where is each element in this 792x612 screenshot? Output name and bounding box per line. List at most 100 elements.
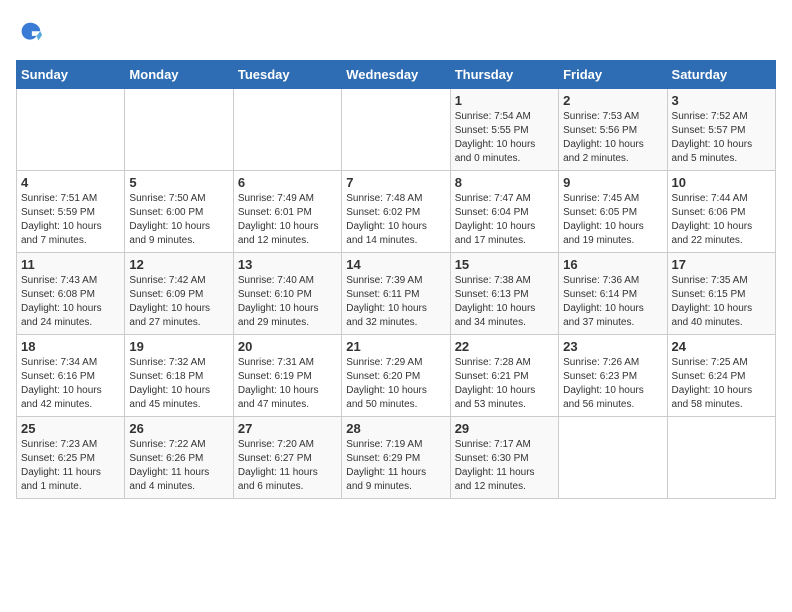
day-number: 23 [563,339,662,354]
day-info: Sunrise: 7:19 AM Sunset: 6:29 PM Dayligh… [346,438,445,494]
day-info: Sunrise: 7:36 AM Sunset: 6:14 PM Dayligh… [563,274,662,330]
calendar-cell [125,89,233,171]
day-info: Sunrise: 7:17 AM Sunset: 6:30 PM Dayligh… [455,438,554,494]
day-info: Sunrise: 7:38 AM Sunset: 6:13 PM Dayligh… [455,274,554,330]
day-info: Sunrise: 7:51 AM Sunset: 5:59 PM Dayligh… [21,192,120,248]
calendar-cell: 1 Sunrise: 7:54 AM Sunset: 5:55 PM Daylig… [450,89,558,171]
day-number: 21 [346,339,445,354]
calendar-cell: 5Sunrise: 7:50 AM Sunset: 6:00 PM Daylig… [125,171,233,253]
calendar-table: SundayMondayTuesdayWednesdayThursdayFrid… [16,60,776,499]
day-number: 9 [563,175,662,190]
day-info: Sunrise: 7:53 AM Sunset: 5:56 PM Dayligh… [563,110,662,166]
day-number: 7 [346,175,445,190]
calendar-cell: 2 Sunrise: 7:53 AM Sunset: 5:56 PM Daylig… [559,89,667,171]
calendar-cell: 21 Sunrise: 7:29 AM Sunset: 6:20 PM Dayli… [342,335,450,417]
calendar-cell [667,417,775,499]
day-info: Sunrise: 7:29 AM Sunset: 6:20 PM Dayligh… [346,356,445,412]
day-info: Sunrise: 7:40 AM Sunset: 6:10 PM Dayligh… [238,274,337,330]
header-friday: Friday [559,61,667,89]
day-number: 3 [672,93,771,108]
day-info: Sunrise: 7:28 AM Sunset: 6:21 PM Dayligh… [455,356,554,412]
calendar-cell: 14 Sunrise: 7:39 AM Sunset: 6:11 PM Dayli… [342,253,450,335]
calendar-cell: 8 Sunrise: 7:47 AM Sunset: 6:04 PM Daylig… [450,171,558,253]
calendar-cell: 25 Sunrise: 7:23 AM Sunset: 6:25 PM Dayli… [17,417,125,499]
calendar-week-row: 1 Sunrise: 7:54 AM Sunset: 5:55 PM Daylig… [17,89,776,171]
calendar-cell: 15 Sunrise: 7:38 AM Sunset: 6:13 PM Dayli… [450,253,558,335]
day-number: 5 [129,175,228,190]
day-info: Sunrise: 7:45 AM Sunset: 6:05 PM Dayligh… [563,192,662,248]
day-number: 17 [672,257,771,272]
day-info: Sunrise: 7:26 AM Sunset: 6:23 PM Dayligh… [563,356,662,412]
day-number: 16 [563,257,662,272]
day-info: Sunrise: 7:49 AM Sunset: 6:01 PM Dayligh… [238,192,337,248]
day-number: 14 [346,257,445,272]
day-info: Sunrise: 7:42 AM Sunset: 6:09 PM Dayligh… [129,274,228,330]
day-number: 4 [21,175,120,190]
header-tuesday: Tuesday [233,61,341,89]
day-info: Sunrise: 7:47 AM Sunset: 6:04 PM Dayligh… [455,192,554,248]
header-monday: Monday [125,61,233,89]
day-info: Sunrise: 7:39 AM Sunset: 6:11 PM Dayligh… [346,274,445,330]
header-thursday: Thursday [450,61,558,89]
day-number: 2 [563,93,662,108]
calendar-cell: 17 Sunrise: 7:35 AM Sunset: 6:15 PM Dayli… [667,253,775,335]
calendar-cell: 11Sunrise: 7:43 AM Sunset: 6:08 PM Dayli… [17,253,125,335]
calendar-week-row: 18Sunrise: 7:34 AM Sunset: 6:16 PM Dayli… [17,335,776,417]
calendar-cell: 16 Sunrise: 7:36 AM Sunset: 6:14 PM Dayli… [559,253,667,335]
day-number: 10 [672,175,771,190]
day-number: 24 [672,339,771,354]
day-info: Sunrise: 7:22 AM Sunset: 6:26 PM Dayligh… [129,438,228,494]
calendar-cell: 28 Sunrise: 7:19 AM Sunset: 6:29 PM Dayli… [342,417,450,499]
day-number: 11 [21,257,120,272]
day-info: Sunrise: 7:23 AM Sunset: 6:25 PM Dayligh… [21,438,120,494]
day-number: 20 [238,339,337,354]
calendar-cell: 18Sunrise: 7:34 AM Sunset: 6:16 PM Dayli… [17,335,125,417]
day-info: Sunrise: 7:35 AM Sunset: 6:15 PM Dayligh… [672,274,771,330]
calendar-cell: 19Sunrise: 7:32 AM Sunset: 6:18 PM Dayli… [125,335,233,417]
day-number: 18 [21,339,120,354]
calendar-cell: 23 Sunrise: 7:26 AM Sunset: 6:23 PM Dayli… [559,335,667,417]
header-saturday: Saturday [667,61,775,89]
calendar-cell: 9 Sunrise: 7:45 AM Sunset: 6:05 PM Daylig… [559,171,667,253]
day-info: Sunrise: 7:20 AM Sunset: 6:27 PM Dayligh… [238,438,337,494]
day-number: 29 [455,421,554,436]
calendar-cell: 27 Sunrise: 7:20 AM Sunset: 6:27 PM Dayli… [233,417,341,499]
day-number: 13 [238,257,337,272]
logo [16,20,46,48]
calendar-cell [233,89,341,171]
calendar-cell: 13 Sunrise: 7:40 AM Sunset: 6:10 PM Dayli… [233,253,341,335]
day-number: 22 [455,339,554,354]
day-number: 25 [21,421,120,436]
day-number: 12 [129,257,228,272]
calendar-cell: 4 Sunrise: 7:51 AM Sunset: 5:59 PM Daylig… [17,171,125,253]
calendar-cell: 6Sunrise: 7:49 AM Sunset: 6:01 PM Daylig… [233,171,341,253]
page-header [16,16,776,48]
calendar-cell: 20 Sunrise: 7:31 AM Sunset: 6:19 PM Dayli… [233,335,341,417]
calendar-header-row: SundayMondayTuesdayWednesdayThursdayFrid… [17,61,776,89]
calendar-cell: 12 Sunrise: 7:42 AM Sunset: 6:09 PM Dayli… [125,253,233,335]
calendar-cell: 24 Sunrise: 7:25 AM Sunset: 6:24 PM Dayli… [667,335,775,417]
calendar-cell: 3 Sunrise: 7:52 AM Sunset: 5:57 PM Daylig… [667,89,775,171]
day-number: 8 [455,175,554,190]
calendar-cell: 29 Sunrise: 7:17 AM Sunset: 6:30 PM Dayli… [450,417,558,499]
calendar-week-row: 25 Sunrise: 7:23 AM Sunset: 6:25 PM Dayli… [17,417,776,499]
day-info: Sunrise: 7:54 AM Sunset: 5:55 PM Dayligh… [455,110,554,166]
calendar-cell [342,89,450,171]
day-info: Sunrise: 7:31 AM Sunset: 6:19 PM Dayligh… [238,356,337,412]
day-number: 1 [455,93,554,108]
day-info: Sunrise: 7:52 AM Sunset: 5:57 PM Dayligh… [672,110,771,166]
calendar-cell [559,417,667,499]
calendar-week-row: 11Sunrise: 7:43 AM Sunset: 6:08 PM Dayli… [17,253,776,335]
header-wednesday: Wednesday [342,61,450,89]
day-number: 27 [238,421,337,436]
calendar-week-row: 4 Sunrise: 7:51 AM Sunset: 5:59 PM Daylig… [17,171,776,253]
day-info: Sunrise: 7:44 AM Sunset: 6:06 PM Dayligh… [672,192,771,248]
day-number: 15 [455,257,554,272]
day-number: 19 [129,339,228,354]
day-info: Sunrise: 7:25 AM Sunset: 6:24 PM Dayligh… [672,356,771,412]
day-number: 26 [129,421,228,436]
calendar-cell [17,89,125,171]
day-number: 28 [346,421,445,436]
calendar-cell: 26 Sunrise: 7:22 AM Sunset: 6:26 PM Dayli… [125,417,233,499]
logo-icon [16,20,44,48]
